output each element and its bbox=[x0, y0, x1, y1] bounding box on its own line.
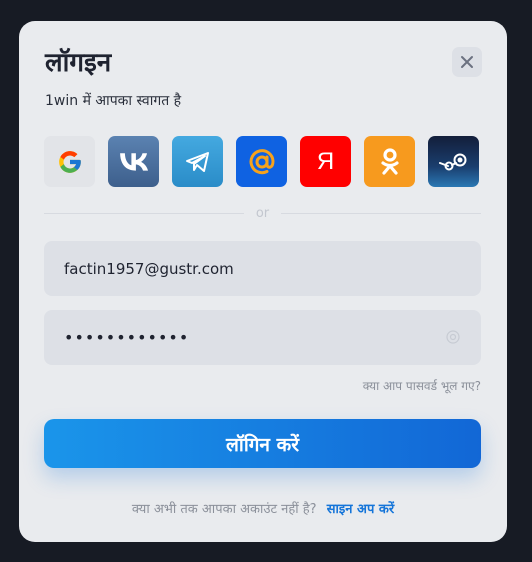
odnoklassniki-login-button[interactable] bbox=[364, 136, 415, 187]
close-icon bbox=[461, 56, 473, 68]
close-button[interactable] bbox=[452, 47, 482, 77]
mail-at-icon bbox=[249, 148, 275, 174]
yandex-icon: Я bbox=[316, 147, 335, 175]
google-login-button[interactable] bbox=[44, 136, 95, 187]
login-modal: लॉगइन 1win में आपका स्वागत है Я or facti… bbox=[19, 21, 507, 542]
vk-login-button[interactable] bbox=[108, 136, 159, 187]
modal-title: लॉगइन bbox=[45, 48, 112, 78]
mail-login-button[interactable] bbox=[236, 136, 287, 187]
telegram-icon bbox=[185, 151, 209, 172]
vk-icon bbox=[119, 152, 148, 171]
password-field[interactable] bbox=[44, 310, 481, 365]
signup-row: क्या अभी तक आपका अकाउंट नहीं है? साइन अप… bbox=[19, 499, 507, 517]
steam-login-button[interactable] bbox=[428, 136, 479, 187]
email-input[interactable] bbox=[64, 259, 424, 278]
or-label: or bbox=[255, 205, 270, 221]
signup-question: क्या अभी तक आपका अकाउंट नहीं है? bbox=[131, 502, 317, 517]
social-login-row: Я bbox=[44, 136, 479, 187]
login-button[interactable]: लॉगिन करें bbox=[44, 419, 481, 468]
or-divider: or bbox=[44, 207, 481, 220]
password-input[interactable] bbox=[64, 328, 424, 347]
google-icon bbox=[58, 150, 81, 173]
email-field[interactable] bbox=[44, 241, 481, 296]
yandex-login-button[interactable]: Я bbox=[300, 136, 351, 187]
forgot-password-link[interactable]: क्या आप पासवर्ड भूल गए? bbox=[363, 377, 481, 394]
signup-link[interactable]: साइन अप करें bbox=[327, 502, 394, 517]
eye-icon[interactable] bbox=[445, 329, 461, 345]
odnoklassniki-icon bbox=[380, 147, 399, 175]
steam-icon bbox=[438, 153, 466, 170]
modal-subtitle: 1win में आपका स्वागत है bbox=[45, 93, 182, 109]
telegram-login-button[interactable] bbox=[172, 136, 223, 187]
